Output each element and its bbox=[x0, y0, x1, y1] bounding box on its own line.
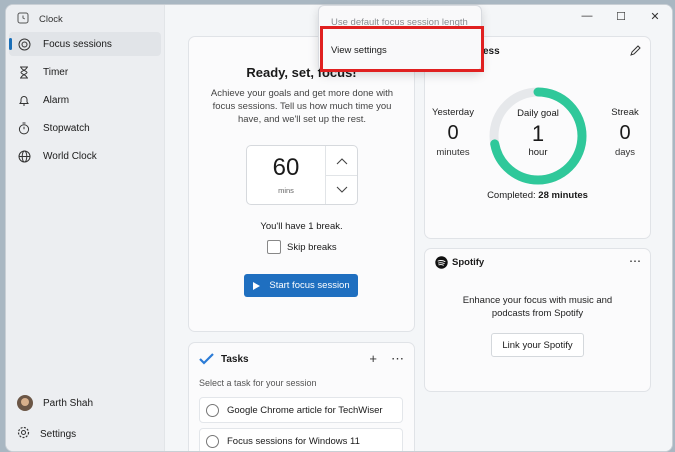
stat-unit: minutes bbox=[436, 147, 470, 158]
clock-app-icon bbox=[17, 12, 29, 27]
settings-button[interactable]: Settings bbox=[17, 426, 76, 442]
breaks-info: You'll have 1 break. bbox=[260, 221, 343, 232]
window-controls: — ☐ ✕ bbox=[570, 5, 672, 27]
app-title-bar: Clock bbox=[17, 12, 63, 27]
completed-label: Completed: bbox=[487, 190, 536, 201]
bell-icon bbox=[17, 93, 31, 107]
hourglass-icon bbox=[17, 65, 31, 79]
tasks-header: Tasks bbox=[199, 353, 249, 365]
skip-breaks-label: Skip breaks bbox=[287, 241, 337, 253]
spotify-description: Enhance your focus with music and podcas… bbox=[462, 295, 613, 319]
nav-item-timer[interactable]: Timer bbox=[9, 60, 161, 84]
nav-label: Timer bbox=[43, 66, 69, 78]
spotify-brand: Spotify bbox=[452, 257, 485, 268]
tasks-card: Tasks + ⋯ Select a task for your session… bbox=[188, 342, 415, 451]
goal-unit: hour bbox=[528, 147, 548, 158]
spotify-logo-icon bbox=[435, 256, 448, 269]
stat-label: Streak bbox=[611, 107, 639, 118]
stopwatch-icon bbox=[17, 121, 31, 135]
focus-description: Achieve your goals and get more done wit… bbox=[210, 88, 394, 125]
task-radio[interactable] bbox=[206, 403, 219, 417]
duration-value[interactable]: 60 bbox=[247, 154, 325, 182]
task-item[interactable]: Focus sessions for Windows 11 bbox=[199, 428, 403, 451]
stat-value: 0 bbox=[619, 122, 631, 144]
minimize-button[interactable]: — bbox=[570, 5, 604, 27]
focus-icon bbox=[17, 37, 31, 51]
start-label: Start focus session bbox=[269, 280, 350, 291]
focus-session-card: Ready, set, focus! Achieve your goals an… bbox=[188, 36, 415, 332]
duration-picker: 60 mins bbox=[246, 145, 358, 205]
spotify-header: Spotify bbox=[435, 256, 484, 269]
nav-item-world-clock[interactable]: World Clock bbox=[9, 144, 161, 168]
start-focus-session-button[interactable]: Start focus session bbox=[244, 274, 358, 297]
progress-title: ess bbox=[483, 46, 500, 57]
stat-unit: days bbox=[614, 147, 636, 158]
daily-goal: Daily goal 1 hour bbox=[508, 108, 568, 158]
user-profile[interactable]: Parth Shah bbox=[17, 395, 93, 411]
streak-stat: Streak 0 days bbox=[605, 107, 645, 158]
settings-label: Settings bbox=[40, 428, 77, 440]
stat-label: Yesterday bbox=[432, 107, 474, 118]
edit-icon[interactable] bbox=[630, 45, 641, 59]
nav-item-alarm[interactable]: Alarm bbox=[9, 88, 161, 112]
user-name: Parth Shah bbox=[43, 397, 94, 409]
nav-label: Focus sessions bbox=[43, 38, 112, 50]
chevron-up-icon bbox=[336, 157, 347, 164]
nav-label: Stopwatch bbox=[43, 122, 90, 134]
highlight-box bbox=[320, 26, 484, 72]
goal-label: Daily goal bbox=[517, 108, 559, 119]
link-spotify-button[interactable]: Link your Spotify bbox=[491, 333, 584, 357]
task-radio[interactable] bbox=[206, 434, 219, 448]
completed-value: 28 minutes bbox=[538, 190, 588, 201]
nav-label: World Clock bbox=[43, 150, 97, 162]
gear-icon bbox=[17, 426, 30, 442]
spotify-card: Spotify ⋯ Enhance your focus with music … bbox=[424, 248, 651, 392]
todo-check-icon bbox=[199, 353, 214, 365]
more-options-icon[interactable]: ⋯ bbox=[629, 254, 641, 268]
nav-item-stopwatch[interactable]: Stopwatch bbox=[9, 116, 161, 140]
task-label: Focus sessions for Windows 11 bbox=[227, 435, 360, 447]
add-task-icon[interactable]: + bbox=[369, 351, 377, 367]
goal-value: 1 bbox=[531, 121, 545, 146]
completed-info: Completed: 28 minutes bbox=[425, 190, 650, 201]
nav-list: Focus sessions Timer Alarm Stopwatch Wor… bbox=[9, 32, 161, 172]
maximize-button[interactable]: ☐ bbox=[604, 5, 638, 27]
sidebar: Clock Focus sessions Timer Alarm Stopwat… bbox=[6, 5, 164, 451]
nav-label: Alarm bbox=[43, 94, 70, 106]
decrease-duration-button[interactable] bbox=[326, 175, 357, 204]
task-label: Google Chrome article for TechWiser bbox=[227, 404, 383, 416]
avatar bbox=[17, 395, 33, 411]
yesterday-stat: Yesterday 0 minutes bbox=[431, 107, 475, 158]
nav-item-focus-sessions[interactable]: Focus sessions bbox=[9, 32, 161, 56]
duration-unit: mins bbox=[278, 186, 294, 195]
more-options-icon[interactable]: ⋯ bbox=[391, 351, 404, 367]
skip-breaks-option[interactable]: Skip breaks bbox=[267, 240, 337, 254]
play-icon bbox=[253, 281, 261, 290]
tasks-subtitle: Select a task for your session bbox=[199, 378, 317, 388]
tasks-actions: + ⋯ bbox=[369, 351, 404, 367]
close-button[interactable]: ✕ bbox=[638, 5, 672, 27]
increase-duration-button[interactable] bbox=[326, 146, 357, 175]
skip-breaks-checkbox[interactable] bbox=[267, 240, 281, 254]
task-item[interactable]: Google Chrome article for TechWiser bbox=[199, 397, 403, 423]
chevron-down-icon bbox=[336, 186, 347, 193]
app-title: Clock bbox=[39, 14, 63, 25]
globe-icon bbox=[17, 149, 31, 163]
stat-value: 0 bbox=[447, 122, 459, 144]
tasks-title: Tasks bbox=[221, 353, 249, 365]
